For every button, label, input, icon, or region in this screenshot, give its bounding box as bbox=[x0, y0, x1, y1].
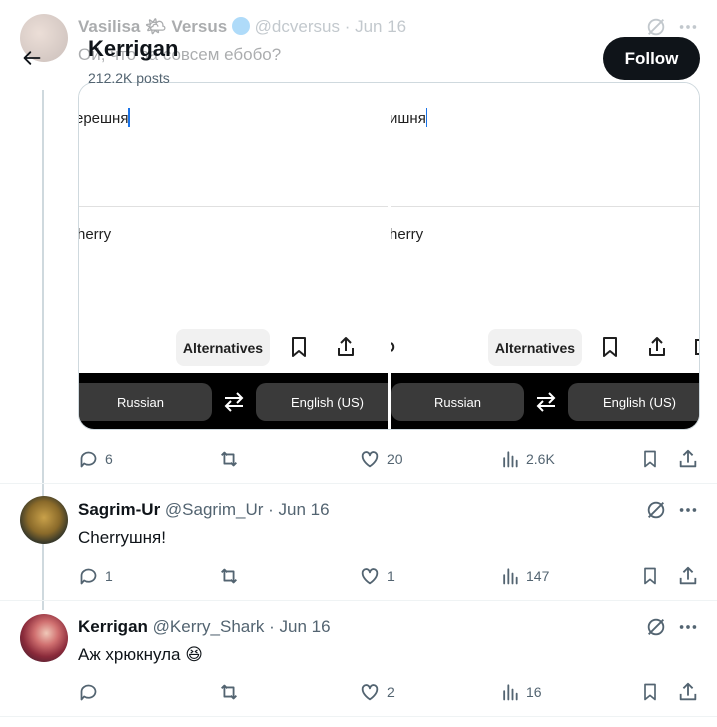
source-text: ишня bbox=[391, 108, 427, 127]
bookmark-button[interactable] bbox=[640, 680, 660, 704]
media-image-2[interactable]: ишня herry Alternatives Russian English … bbox=[391, 83, 700, 429]
translation-text: herry bbox=[391, 226, 424, 243]
tweet-actions: 6 20 2.6K bbox=[78, 447, 700, 471]
reply-button[interactable]: 6 bbox=[78, 447, 113, 471]
tweet-text: Cherryшня! bbox=[78, 528, 166, 547]
divider bbox=[0, 716, 717, 717]
page-title: Kerrigan bbox=[88, 36, 179, 61]
reply-icon bbox=[80, 684, 97, 700]
lang-to-button[interactable]: English (US) bbox=[568, 383, 699, 421]
retweet-icon bbox=[221, 684, 237, 700]
swap-icon[interactable] bbox=[222, 391, 246, 413]
display-name[interactable]: Sagrim-Ur bbox=[78, 500, 160, 519]
bookmark-icon[interactable] bbox=[287, 335, 311, 359]
speaker-icon[interactable] bbox=[391, 335, 405, 359]
lang-from-button[interactable]: Russian bbox=[391, 383, 524, 421]
bookmark-icon bbox=[644, 567, 656, 585]
heart-icon bbox=[361, 568, 379, 585]
lang-to-button[interactable]: English (US) bbox=[256, 383, 389, 421]
alternatives-button[interactable]: Alternatives bbox=[488, 329, 582, 366]
view-count: 16 bbox=[526, 684, 542, 700]
views-button[interactable]: 2.6K bbox=[500, 447, 555, 471]
tweet-actions: 2 16 bbox=[78, 680, 700, 704]
reply-button[interactable]: 1 bbox=[78, 564, 113, 588]
posts-count: 212.2K posts bbox=[88, 70, 170, 86]
divider bbox=[0, 483, 717, 484]
views-button[interactable]: 147 bbox=[500, 564, 549, 588]
retweet-button[interactable] bbox=[218, 680, 246, 704]
retweet-icon bbox=[221, 568, 237, 584]
handle[interactable]: @Kerry_Shark bbox=[153, 617, 265, 636]
alternatives-button[interactable]: Alternatives bbox=[176, 329, 270, 366]
share-button[interactable] bbox=[677, 447, 699, 471]
text-caret bbox=[425, 108, 427, 127]
like-button[interactable]: 1 bbox=[359, 564, 395, 588]
like-button[interactable]: 20 bbox=[359, 447, 403, 471]
reply-count: 6 bbox=[105, 451, 113, 467]
retweet-button[interactable] bbox=[218, 564, 246, 588]
grok-icon[interactable] bbox=[645, 616, 667, 638]
view-count: 2.6K bbox=[526, 451, 555, 467]
grok-icon[interactable] bbox=[645, 499, 667, 521]
divider bbox=[79, 206, 389, 207]
tweet-header: Sagrim-Ur @Sagrim_Ur · Jun 16 bbox=[78, 500, 330, 520]
profile-header: Kerrigan 212.2K posts Follow bbox=[0, 0, 717, 92]
avatar[interactable] bbox=[20, 614, 68, 662]
divider bbox=[391, 206, 699, 207]
tweet-media[interactable]: ерешня herry Alternatives Russian Englis… bbox=[78, 82, 700, 430]
share-icon[interactable] bbox=[334, 335, 358, 359]
tweet-text: Аж хрюкнула 😆 bbox=[78, 645, 203, 664]
heart-icon bbox=[361, 451, 379, 468]
display-name[interactable]: Kerrigan bbox=[78, 617, 148, 636]
bookmark-icon bbox=[644, 683, 656, 701]
retweet-icon bbox=[221, 451, 237, 467]
divider bbox=[0, 600, 717, 601]
lang-from-button[interactable]: Russian bbox=[79, 383, 212, 421]
reply-icon bbox=[80, 568, 97, 584]
like-count: 1 bbox=[387, 568, 395, 584]
arrow-left-icon bbox=[23, 51, 41, 65]
share-icon bbox=[679, 449, 697, 468]
retweet-button[interactable] bbox=[218, 447, 246, 471]
views-button[interactable]: 16 bbox=[500, 680, 542, 704]
reply-count: 1 bbox=[105, 568, 113, 584]
timestamp[interactable]: · Jun 16 bbox=[269, 617, 330, 636]
like-button[interactable]: 2 bbox=[359, 680, 395, 704]
share-icon[interactable] bbox=[645, 335, 669, 359]
speaker-icon[interactable] bbox=[79, 335, 89, 359]
reply-button[interactable] bbox=[78, 680, 105, 704]
timestamp[interactable]: · Jun 16 bbox=[268, 500, 329, 519]
translation-text: herry bbox=[79, 226, 112, 243]
bookmark-icon[interactable] bbox=[598, 335, 622, 359]
view-count: 147 bbox=[526, 568, 550, 584]
heart-icon bbox=[361, 684, 379, 701]
bookmark-icon bbox=[644, 450, 656, 468]
media-image-1[interactable]: ерешня herry Alternatives Russian Englis… bbox=[79, 83, 389, 429]
swap-icon[interactable] bbox=[534, 391, 558, 413]
text-caret bbox=[128, 108, 131, 127]
reply-icon bbox=[80, 451, 97, 467]
share-icon bbox=[679, 682, 697, 701]
share-icon bbox=[679, 566, 697, 585]
source-text: ерешня bbox=[79, 108, 131, 127]
share-button[interactable] bbox=[677, 564, 699, 588]
copy-icon[interactable] bbox=[691, 335, 700, 359]
follow-button[interactable]: Follow bbox=[603, 37, 700, 80]
tweet-header: Kerrigan @Kerry_Shark · Jun 16 bbox=[78, 617, 331, 637]
like-count: 2 bbox=[387, 684, 395, 700]
like-count: 20 bbox=[387, 451, 403, 467]
back-button[interactable] bbox=[14, 40, 50, 76]
bookmark-button[interactable] bbox=[640, 447, 660, 471]
views-icon bbox=[503, 568, 518, 585]
share-button[interactable] bbox=[677, 680, 699, 704]
avatar[interactable] bbox=[20, 496, 68, 544]
more-icon[interactable] bbox=[677, 499, 699, 521]
handle[interactable]: @Sagrim_Ur bbox=[165, 500, 264, 519]
bookmark-button[interactable] bbox=[640, 564, 660, 588]
views-icon bbox=[503, 684, 518, 701]
views-icon bbox=[503, 451, 518, 468]
tweet-actions: 1 1 147 bbox=[78, 564, 700, 588]
more-icon[interactable] bbox=[677, 616, 699, 638]
